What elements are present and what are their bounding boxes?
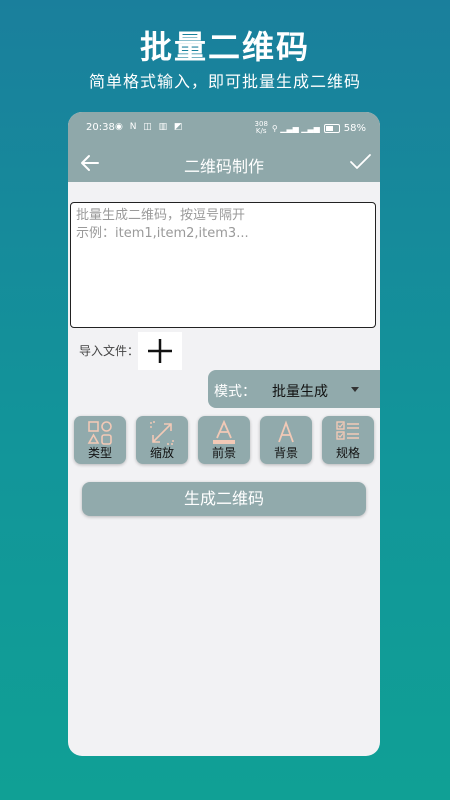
shapes-icon [87,421,112,445]
import-file-label: 导入文件： [79,344,140,358]
batch-input-textarea[interactable]: 批量生成二维码，按逗号隔开 示例：item1,item2,item3... [70,202,376,328]
import-file-button[interactable] [138,332,182,370]
mode-label: 模式： [214,384,256,400]
tool-spec-button[interactable]: 规格 [322,416,374,464]
confirm-check-icon[interactable] [348,151,372,173]
status-time: 20:38 [86,122,115,133]
battery-icon [323,123,340,133]
tool-background-button[interactable]: 背景 [260,416,312,464]
mode-selected-value: 批量生成 [272,384,328,400]
tool-type-button[interactable]: 类型 [74,416,126,464]
resize-icon [150,421,174,445]
background-icon [278,420,294,443]
spec-list-icon [336,421,359,440]
plus-icon [148,339,172,363]
mode-dropdown[interactable]: 模式： 批量生成 [208,370,380,408]
status-bar: 20:38 ◉ N ◫ ▥ ◩ 308 K/s ⚲ ▁▃▅ ▁▃▅ 58% [68,112,380,144]
network-speed: 308 K/s [254,120,268,135]
promo-subtitle: 简单格式输入，即可批量生成二维码 [88,72,361,91]
battery-percent: 58% [343,122,366,134]
tool-scale-button[interactable]: 缩放 [136,416,188,464]
signal-icon: ⚲ ▁▃▅ ▁▃▅ [271,123,320,133]
dropdown-arrow-icon [351,387,359,392]
generate-qr-button[interactable]: 生成二维码 [82,482,366,516]
page-title: 二维码制作 [183,157,264,176]
tool-foreground-button[interactable]: 前景 [198,416,250,464]
app-bar: 二维码制作 [68,144,380,182]
status-right-group: 308 K/s ⚲ ▁▃▅ ▁▃▅ 58% [255,121,366,135]
status-notification-icons: ◉ N ◫ ▥ ◩ [115,122,185,132]
phone-screen: 20:38 ◉ N ◫ ▥ ◩ 308 K/s ⚲ ▁▃▅ ▁▃▅ 58% 二维… [68,112,380,756]
foreground-icon [213,420,235,444]
promo-title: 批量二维码 [139,28,310,66]
